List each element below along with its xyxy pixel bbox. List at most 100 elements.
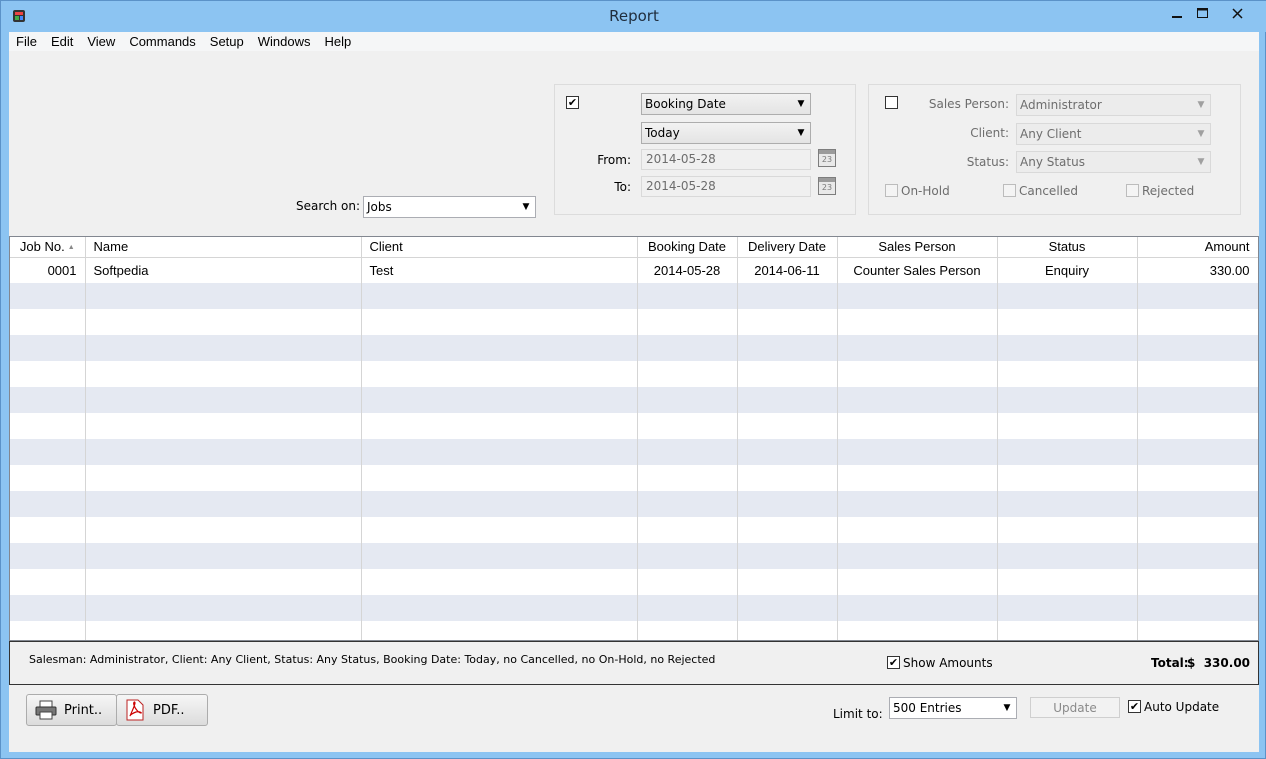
calendar-icon[interactable]: 23 (818, 177, 836, 195)
column-header-client[interactable]: Client (361, 237, 638, 258)
empty-row (10, 569, 1258, 595)
cancelled-checkbox[interactable] (1003, 184, 1016, 197)
cell-client: Test (361, 257, 638, 283)
sort-ascending-icon: ▲ (67, 244, 75, 252)
search-on-value: Jobs (367, 200, 392, 214)
calendar-icon[interactable]: 23 (818, 149, 836, 167)
cell-name: Softpedia (85, 257, 362, 283)
empty-row (10, 283, 1258, 309)
column-header-sales-person[interactable]: Sales Person (837, 237, 998, 258)
cell-amount: 330.00 (1137, 257, 1258, 283)
calendar-day: 23 (821, 155, 833, 164)
column-header-name[interactable]: Name (85, 237, 362, 258)
update-button[interactable]: Update (1030, 697, 1120, 718)
column-label: Job No. (19, 239, 65, 255)
menu-windows[interactable]: Windows (251, 32, 318, 51)
empty-row (10, 387, 1258, 413)
menu-view[interactable]: View (80, 32, 122, 51)
show-amounts-checkbox[interactable]: ✔ (887, 656, 900, 669)
menu-bar: File Edit View Commands Setup Windows He… (9, 32, 1259, 51)
close-icon (1232, 7, 1243, 19)
status-select[interactable]: Any Status ▼ (1016, 151, 1211, 173)
menu-setup[interactable]: Setup (203, 32, 251, 51)
to-date-field[interactable]: 2014-05-28 (641, 176, 811, 197)
menu-commands[interactable]: Commands (122, 32, 202, 51)
column-header-amount[interactable]: Amount (1137, 237, 1258, 258)
column-header-delivery-date[interactable]: Delivery Date (737, 237, 838, 258)
client-area: File Edit View Commands Setup Windows He… (9, 32, 1259, 752)
sales-person-select[interactable]: Administrator ▼ (1016, 94, 1211, 116)
date-field-select[interactable]: Booking Date ▼ (641, 93, 811, 115)
printer-icon (35, 700, 57, 720)
menu-file[interactable]: File (9, 32, 44, 51)
sales-person-label: Sales Person: (928, 97, 1009, 111)
auto-update-checkbox[interactable]: ✔ (1128, 700, 1141, 713)
chevron-down-icon: ▼ (797, 128, 805, 138)
calendar-day: 23 (821, 183, 833, 192)
limit-value: 500 Entries (893, 701, 962, 715)
search-on-label: Search on: (296, 199, 361, 213)
close-button[interactable] (1215, 1, 1260, 25)
search-on-select[interactable]: Jobs ▼ (363, 196, 536, 218)
empty-row (10, 439, 1258, 465)
report-window: Report File Edit View Commands Setup Win… (0, 0, 1266, 759)
title-bar[interactable]: Report (1, 1, 1266, 32)
table-row[interactable]: 0001 Softpedia Test 2014-05-28 2014-06-1… (10, 257, 1258, 283)
pdf-button[interactable]: PDF.. (116, 694, 208, 726)
maximize-button[interactable] (1187, 1, 1217, 25)
empty-row (10, 595, 1258, 621)
to-label: To: (614, 180, 631, 194)
pdf-label: PDF.. (153, 702, 185, 718)
print-button[interactable]: Print.. (26, 694, 117, 726)
column-header-status[interactable]: Status (997, 237, 1138, 258)
chevron-down-icon: ▼ (1197, 129, 1205, 139)
client-select[interactable]: Any Client ▼ (1016, 123, 1211, 145)
rejected-label: Rejected (1142, 184, 1195, 198)
sales-person-value: Administrator (1020, 98, 1102, 112)
date-field-value: Booking Date (645, 97, 726, 111)
rejected-checkbox[interactable] (1126, 184, 1139, 197)
print-label: Print.. (64, 702, 103, 718)
date-filter-checkbox[interactable]: ✔ (566, 96, 579, 109)
auto-update-label: Auto Update (1144, 700, 1220, 714)
jobs-table: Job No. ▲ Name Client Booking Date Delive… (9, 236, 1259, 641)
column-header-booking-date[interactable]: Booking Date (637, 237, 738, 258)
status-value: Any Status (1020, 155, 1085, 169)
cell-status: Enquiry (997, 257, 1138, 283)
from-date-field[interactable]: 2014-05-28 (641, 149, 811, 170)
cell-booking-date: 2014-05-28 (637, 257, 738, 283)
empty-row (10, 465, 1258, 491)
chevron-down-icon: ▼ (1197, 100, 1205, 110)
cell-sales-person: Counter Sales Person (837, 257, 998, 283)
empty-row (10, 491, 1258, 517)
cell-job-no: 0001 (10, 257, 86, 283)
empty-row (10, 621, 1258, 640)
cancelled-label: Cancelled (1019, 184, 1078, 198)
window-title: Report (609, 7, 659, 25)
date-range-select[interactable]: Today ▼ (641, 122, 811, 144)
column-header-job-no[interactable]: Job No. ▲ (10, 237, 86, 258)
limit-select[interactable]: 500 Entries ▼ (889, 697, 1017, 719)
empty-row (10, 361, 1258, 387)
empty-row (10, 413, 1258, 439)
chevron-down-icon: ▼ (522, 202, 530, 212)
summary-bar: Salesman: Administrator, Client: Any Cli… (9, 641, 1259, 685)
client-label: Client: (970, 126, 1009, 140)
total-value: $ 330.00 (1187, 656, 1251, 670)
empty-row (10, 517, 1258, 543)
date-range-value: Today (645, 126, 680, 140)
empty-row (10, 543, 1258, 569)
empty-row (10, 309, 1258, 335)
from-label: From: (597, 153, 631, 167)
chevron-down-icon: ▼ (797, 99, 805, 109)
filter-summary-text: Salesman: Administrator, Client: Any Cli… (29, 653, 716, 666)
maximize-icon (1196, 8, 1208, 18)
client-value: Any Client (1020, 127, 1082, 141)
menu-edit[interactable]: Edit (44, 32, 80, 51)
people-filter-checkbox[interactable] (885, 96, 898, 109)
on-hold-checkbox[interactable] (885, 184, 898, 197)
pdf-icon (126, 699, 144, 721)
menu-help[interactable]: Help (318, 32, 359, 51)
total-label: Total: (1151, 656, 1189, 670)
limit-to-label: Limit to: (833, 707, 883, 721)
